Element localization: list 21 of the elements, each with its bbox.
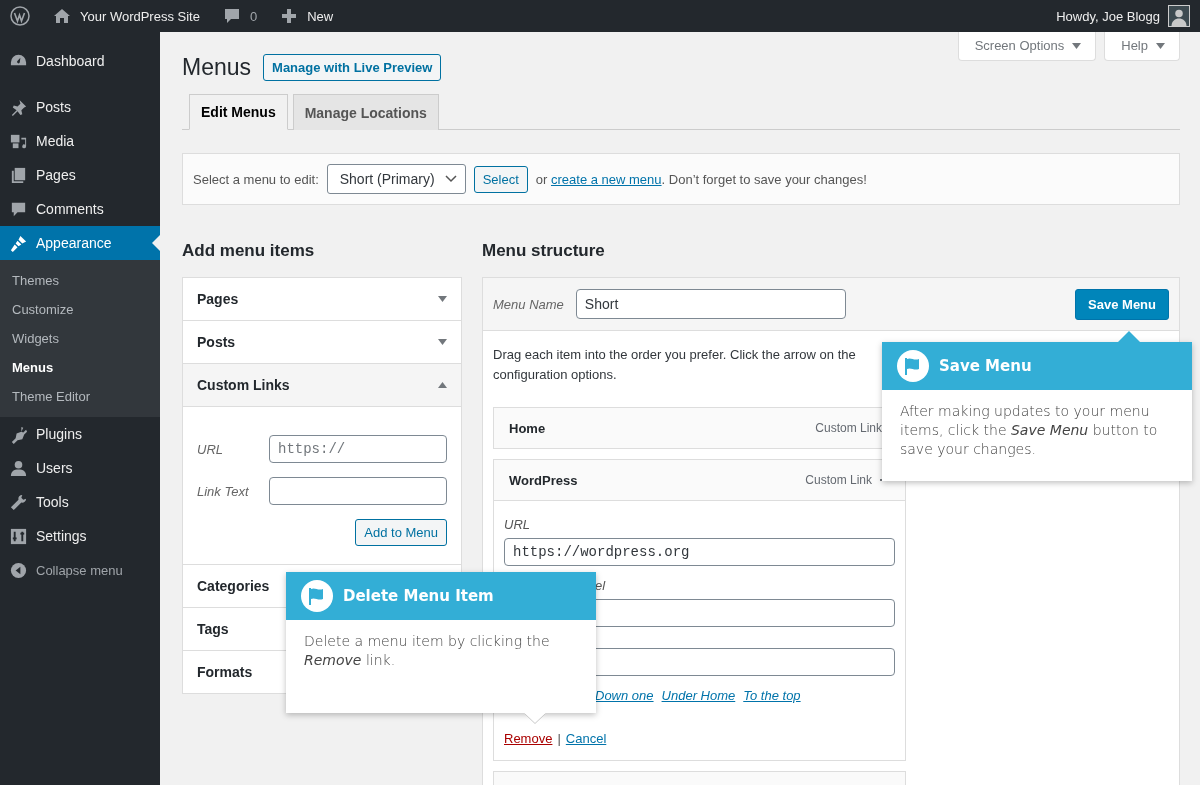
menu-item-title: Home <box>509 420 546 436</box>
page-title: Menus <box>182 54 252 81</box>
comment-count: 0 <box>249 8 258 24</box>
tooltip-title: Delete Menu Item <box>343 587 494 605</box>
field-label: URL <box>504 517 531 532</box>
menu-item-type: Custom Link <box>815 421 882 435</box>
tooltip-title: Save Menu <box>939 357 1032 375</box>
field-label: Link Text <box>197 483 249 499</box>
tooltip-text: Delete a menu item by clicking the Remove link. <box>303 632 551 670</box>
field-label: Menu Name <box>493 296 564 312</box>
select-hint: or create a new menu. Don’t forget to save your changes! <box>535 171 867 187</box>
field-label: el <box>594 578 607 593</box>
instructions-text: configuration options. <box>493 366 617 384</box>
section-heading: Add menu items <box>182 241 316 261</box>
instructions-text: Drag each item into the order you prefer. Click the arrow on the <box>493 346 856 364</box>
separator: | <box>557 731 561 746</box>
field-label: URL <box>197 441 223 457</box>
select-label: Select a menu to edit: <box>193 171 319 187</box>
section-heading: Menu structure <box>482 241 606 261</box>
menu-item-type: Custom Link <box>805 473 872 487</box>
menu-item-title: WordPress <box>509 472 578 488</box>
